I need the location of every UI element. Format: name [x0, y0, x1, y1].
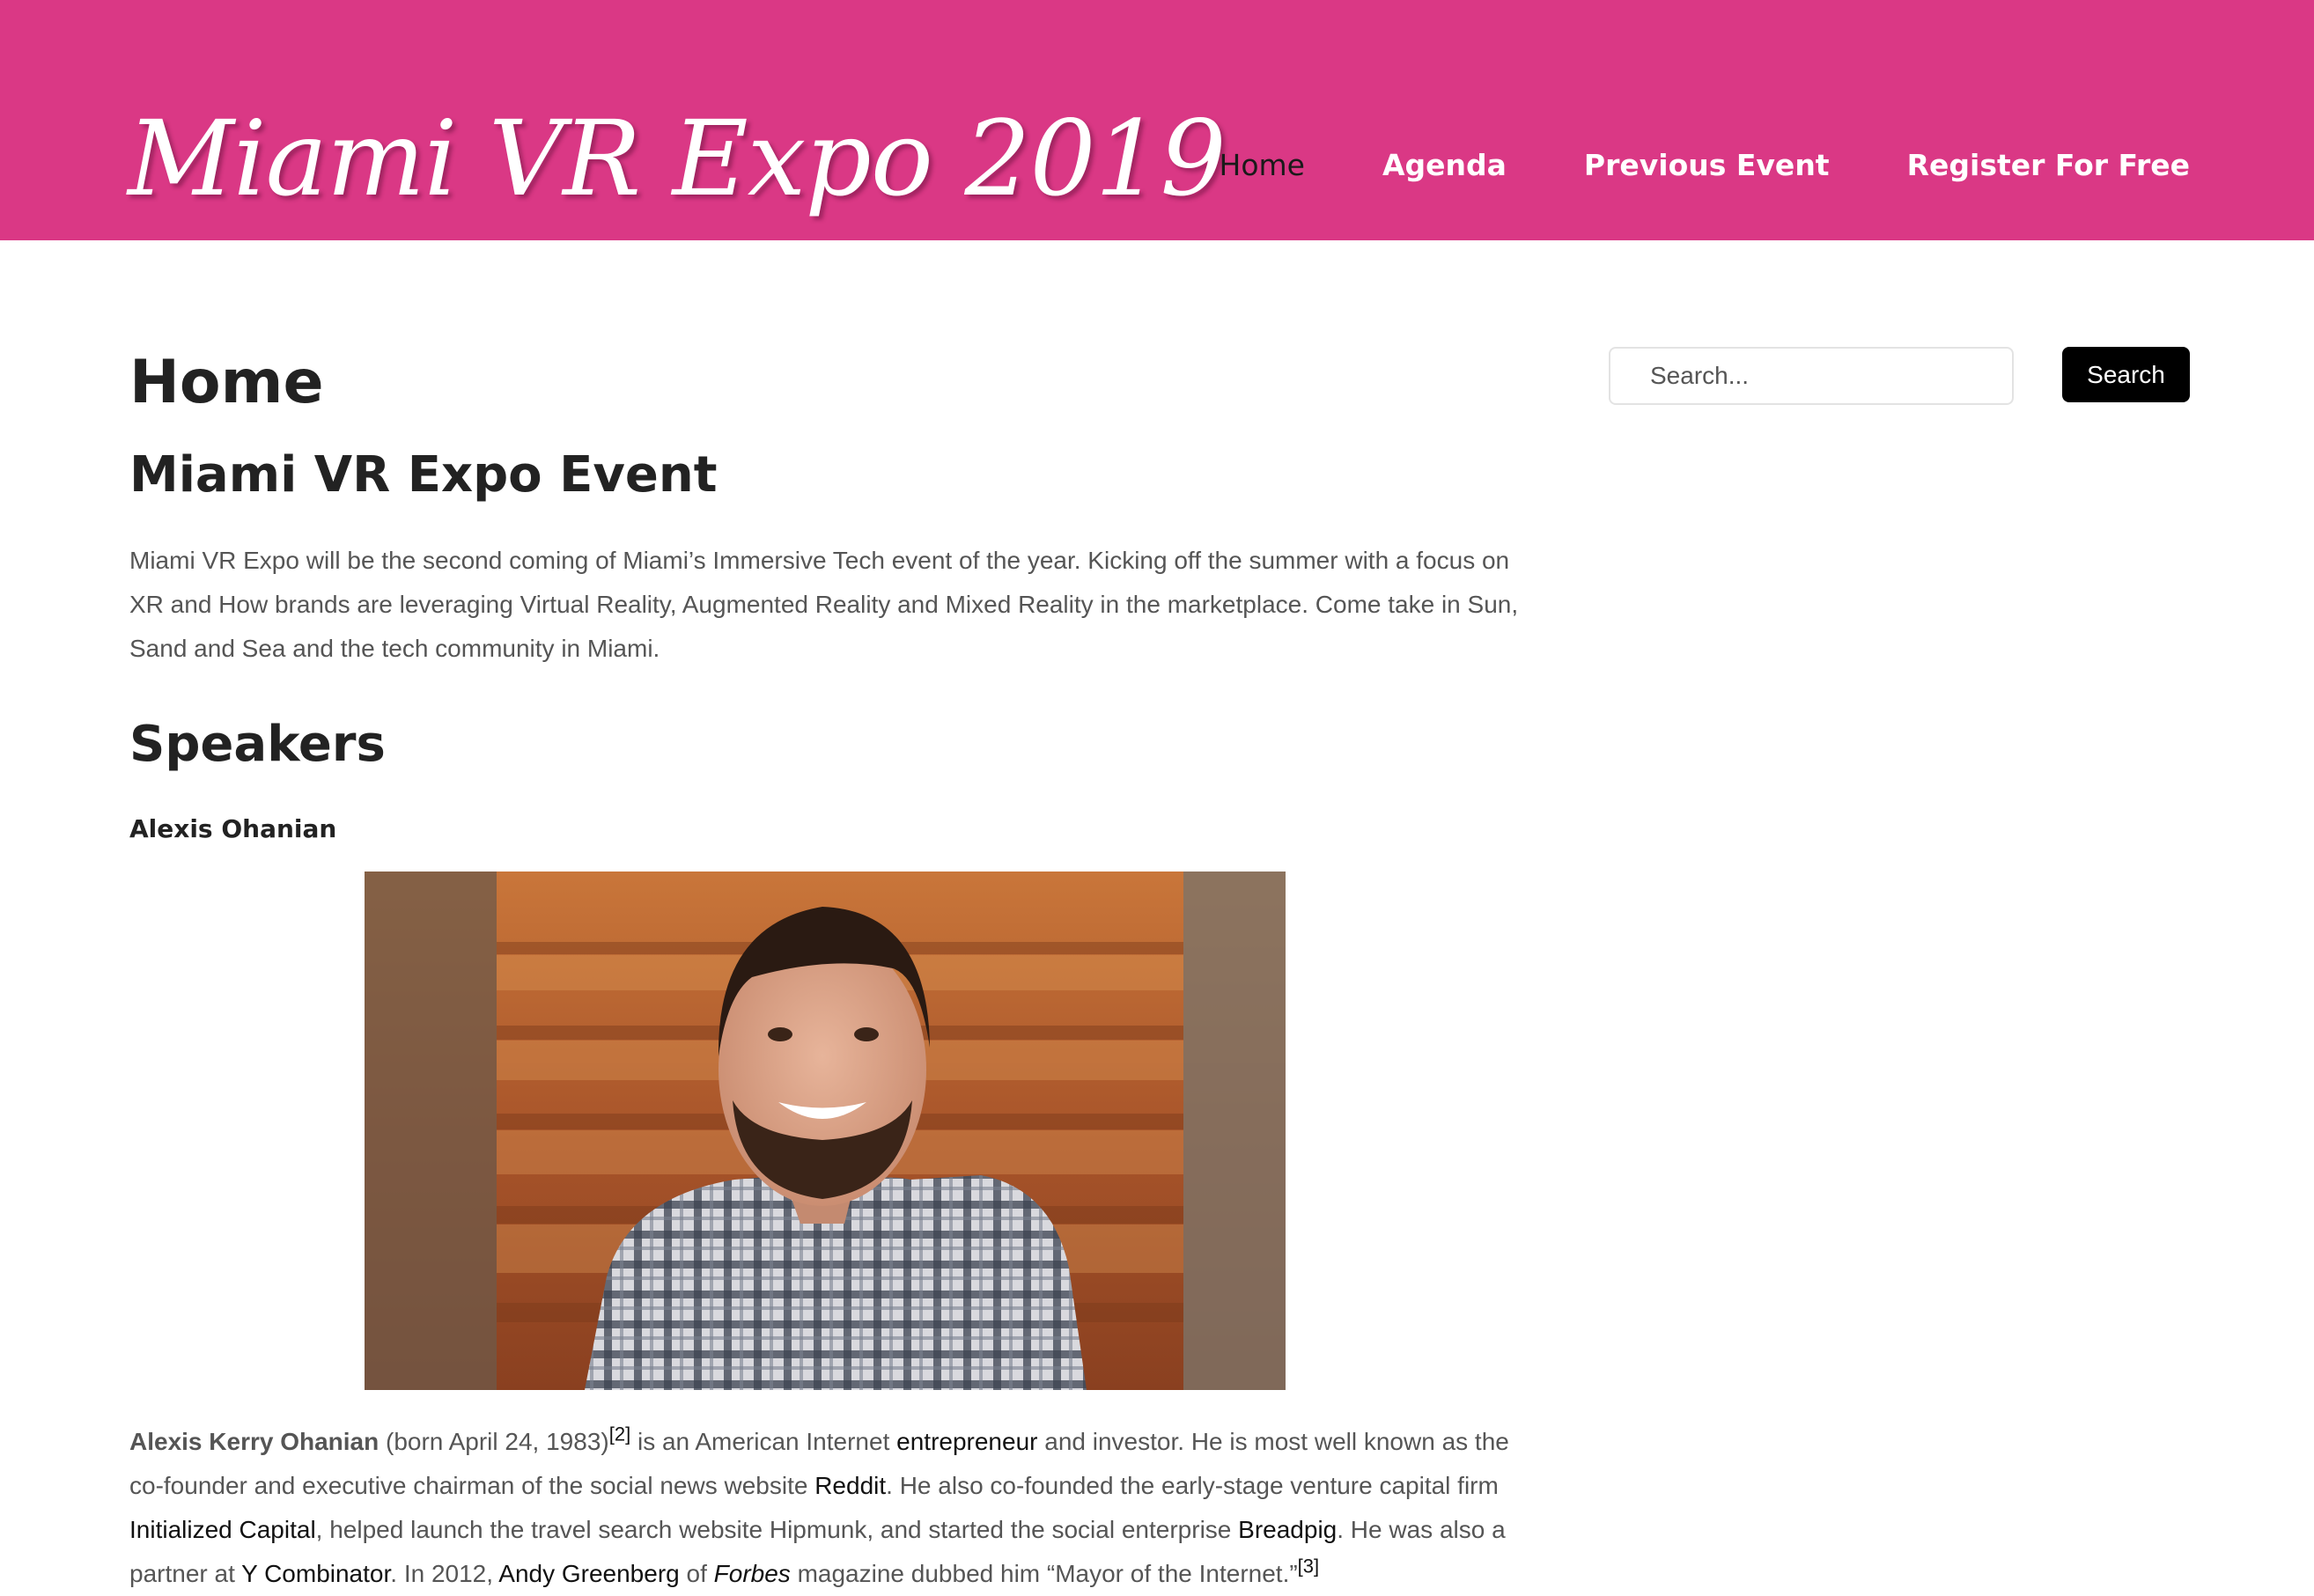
nav-item-agenda[interactable]: Agenda [1382, 148, 1507, 182]
event-heading: Miami VR Expo Event [129, 446, 718, 504]
bio-ref-3[interactable]: [3] [1298, 1556, 1319, 1578]
bio-ref-2[interactable]: [2] [609, 1423, 630, 1445]
bio-text: . He also co-founded the early-stage ven… [886, 1472, 1499, 1499]
bio-text: is an American Internet [630, 1428, 897, 1455]
site-header: Miami VR Expo 2019 Home Agenda Previous … [0, 0, 2314, 240]
speakers-heading: Speakers [129, 716, 386, 773]
site-title[interactable]: Miami VR Expo 2019 [128, 88, 1227, 229]
bio-born: (born April 24, 1983) [379, 1428, 609, 1455]
bio-link-y-combinator[interactable]: Y Combinator [241, 1560, 390, 1587]
search-button[interactable]: Search [2062, 347, 2190, 402]
main-content: Home Miami VR Expo Event Miami VR Expo w… [129, 335, 1522, 847]
speaker-bio: Alexis Kerry Ohanian (born April 24, 198… [129, 1420, 1538, 1596]
bio-text: . In 2012, [390, 1560, 499, 1587]
nav-item-previous-event[interactable]: Previous Event [1584, 148, 1830, 182]
bio-link-entrepreneur[interactable]: entrepreneur [896, 1428, 1037, 1455]
bio-link-initialized-capital[interactable]: Initialized Capital [129, 1516, 316, 1543]
bio-link-breadpig[interactable]: Breadpig [1238, 1516, 1337, 1543]
bio-full-name: Alexis Kerry Ohanian [129, 1428, 380, 1455]
bio-link-reddit[interactable]: Reddit [814, 1472, 886, 1499]
page-title: Home [129, 348, 324, 417]
speaker-photo [365, 872, 1286, 1390]
speaker-name: Alexis Ohanian [129, 814, 337, 843]
bio-text: of [679, 1560, 714, 1587]
event-intro: Miami VR Expo will be the second coming … [129, 547, 1519, 662]
bio-link-andy-greenberg[interactable]: Andy Greenberg [498, 1560, 679, 1587]
nav-item-register[interactable]: Register For Free [1907, 148, 2190, 182]
nav-item-home[interactable]: Home [1220, 148, 1305, 182]
bio-text: , helped launch the travel search websit… [315, 1516, 1239, 1543]
search-input[interactable] [1609, 347, 2014, 405]
bio-text: magazine dubbed him “Mayor of the Intern… [790, 1560, 1298, 1587]
main-nav: Home Agenda Previous Event Register For … [1220, 148, 2190, 182]
bio-link-forbes[interactable]: Forbes [714, 1560, 791, 1587]
